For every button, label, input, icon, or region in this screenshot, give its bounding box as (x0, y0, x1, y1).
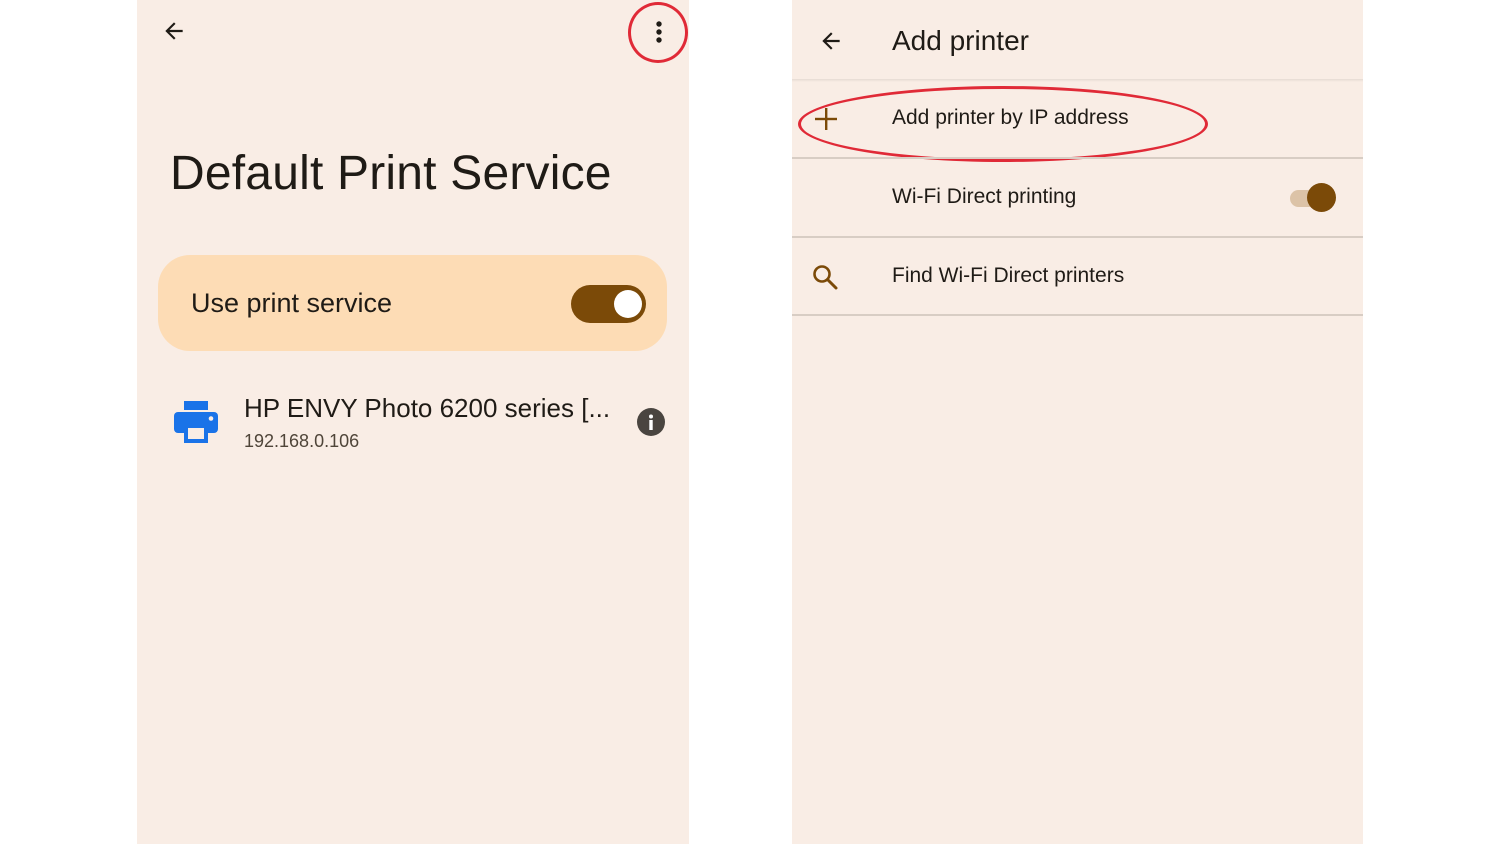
app-bar: Add printer (792, 0, 1363, 80)
add-printer-by-ip-item[interactable]: Add printer by IP address (792, 80, 1363, 162)
page-title: Default Print Service (170, 147, 612, 200)
add-printer-screen: Add printer Add printer by IP address Wi… (792, 0, 1363, 844)
divider (792, 314, 1363, 316)
wifi-direct-printing-item[interactable]: Wi-Fi Direct printing (792, 158, 1363, 236)
use-print-service-toggle[interactable] (571, 285, 646, 323)
red-ellipse-annotation (798, 86, 1208, 162)
find-wifi-direct-printers-label: Find Wi-Fi Direct printers (892, 264, 1125, 287)
toggle-thumb (1307, 183, 1336, 212)
info-icon[interactable] (637, 408, 665, 436)
search-icon (811, 263, 839, 291)
printer-icon (173, 400, 219, 444)
wifi-direct-printing-label: Wi-Fi Direct printing (892, 185, 1077, 208)
use-print-service-label: Use print service (191, 288, 393, 318)
arrow-left-icon[interactable] (161, 18, 187, 44)
toggle-thumb (614, 290, 642, 318)
printer-address: 192.168.0.106 (244, 431, 360, 451)
page-title: Add printer (892, 25, 1029, 56)
red-circle-annotation (628, 2, 688, 63)
printer-list-item[interactable]: HP ENVY Photo 6200 series [... 192.168.0… (137, 380, 689, 470)
arrow-left-icon[interactable] (818, 28, 844, 54)
printer-name: HP ENVY Photo 6200 series [... (244, 393, 611, 423)
wifi-direct-toggle[interactable] (1290, 183, 1338, 213)
find-wifi-direct-printers-item[interactable]: Find Wi-Fi Direct printers (792, 237, 1363, 315)
use-print-service-card[interactable]: Use print service (158, 255, 667, 351)
default-print-service-screen: Default Print Service Use print service … (137, 0, 689, 844)
